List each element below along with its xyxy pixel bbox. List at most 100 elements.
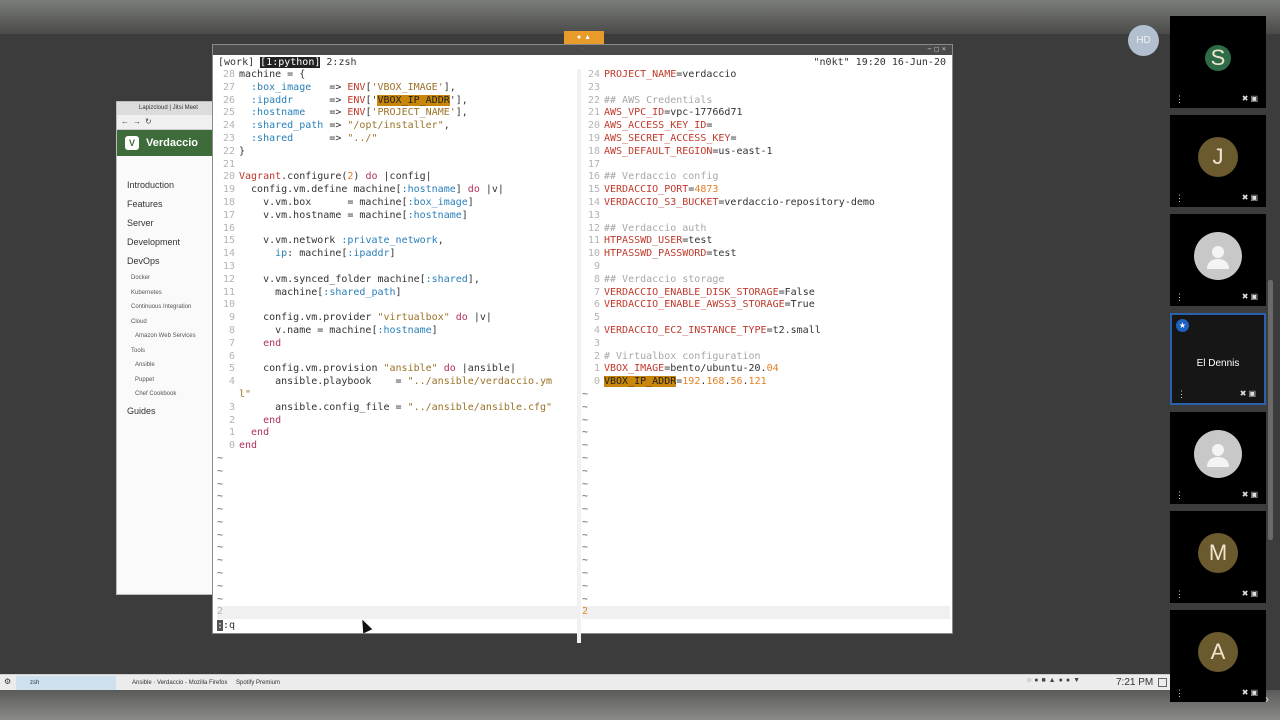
code-token: config.vm.define machine[ (239, 184, 402, 196)
system-tray[interactable]: ○●■▲●●▼ (1027, 677, 1083, 684)
docs-nav-item[interactable]: Kubernetes (127, 290, 196, 305)
browser-toolbar[interactable]: ←→↻ (117, 115, 215, 130)
empty-buffer-line: ~ (582, 516, 589, 528)
docs-nav-item[interactable]: Cloud (127, 319, 196, 334)
statusline-number: 2 (582, 606, 589, 618)
code-token: : machine[ (287, 248, 348, 260)
code-line: 24 :shared_path => "/opt/installer", (217, 120, 577, 133)
chevron-right-icon[interactable]: › (1265, 692, 1269, 706)
code-token: |v| (479, 184, 504, 196)
line-number: 10 (222, 299, 235, 311)
line-number: 3 (228, 401, 235, 413)
code-token: => (293, 132, 348, 144)
firefox-indicator[interactable]: ● ▲ (564, 31, 604, 44)
code-token: AWS_SECRET_ACCESS_KEY (604, 132, 731, 144)
docs-nav-item[interactable]: Chef Cookbook (127, 391, 196, 406)
tmux-window-zsh[interactable]: 2:zsh (326, 57, 356, 68)
docs-nav-item[interactable]: Puppet (127, 377, 196, 392)
code-token: ## Verdaccio auth (604, 222, 707, 234)
code-token: VBOX_IP_ADDR (604, 376, 677, 388)
code-line: 8 ## Verdaccio storage (582, 274, 950, 287)
code-token: |v| (467, 312, 492, 324)
empty-buffer-line: ~ (582, 427, 589, 439)
docs-nav-item[interactable]: Tools (127, 348, 196, 363)
participant-tile[interactable]: ★ El Dennis ⋮ ✖▣ (1170, 313, 1266, 405)
docs-nav-item[interactable]: Features (127, 199, 196, 218)
more-options-icon[interactable]: ⋮ (1175, 689, 1184, 698)
more-options-icon[interactable]: ⋮ (1175, 194, 1184, 203)
participant-tile[interactable]: J ⋮ ✖▣ (1170, 115, 1266, 207)
docs-nav-item[interactable]: Docker (127, 275, 196, 290)
code-token: =bento/ubuntu-20. (664, 363, 767, 375)
code-token: VBOX_IMAGE (604, 363, 665, 375)
code-line: 26 :ipaddr => ENV['VBOX_IP_ADDR'], (217, 94, 577, 108)
docs-nav-item[interactable]: Introduction (127, 180, 196, 199)
code-token: 'PROJECT_NAME' (371, 107, 456, 119)
app-menu-icon[interactable]: ⚙ (4, 677, 11, 686)
firefox-icon: ● (576, 34, 582, 41)
code-line: 19 AWS_SECRET_ACCESS_KEY= (582, 133, 950, 146)
window-controls[interactable]: −□× (927, 45, 949, 53)
more-options-icon[interactable]: ⋮ (1175, 293, 1184, 302)
code-line: 17 v.vm.hostname = machine[:hostname] (217, 210, 577, 223)
participant-tile[interactable]: S ⋮ ✖▣ (1170, 16, 1266, 108)
browser-tab[interactable]: Lapizcloud | Jitsi Meet (117, 102, 215, 115)
participant-tile[interactable]: M ⋮ ✖▣ (1170, 511, 1266, 603)
terminal-window[interactable]: · −□× [work] [1:python] 2:zsh "n0kt" 19:2… (212, 44, 953, 643)
more-options-icon[interactable]: ⋮ (1175, 590, 1184, 599)
participant-tile[interactable]: ⋮ ✖▣ (1170, 214, 1266, 306)
docs-nav-item[interactable]: Server (127, 218, 196, 237)
empty-buffer-line: ~ (582, 593, 589, 605)
moderator-icon: ★ (1176, 319, 1189, 332)
taskbar-task[interactable]: Spotify Premium (222, 676, 326, 690)
vim-command-line[interactable]: ::q (217, 620, 235, 631)
code-token: do (365, 171, 378, 183)
participant-name: El Dennis (1196, 358, 1240, 369)
docs-nav-item[interactable]: Guides (127, 406, 196, 425)
code-token: VERDACCIO_ENABLE_AWSS3_STORAGE (604, 299, 785, 311)
docs-nav-item[interactable]: Amazon Web Services (127, 333, 196, 348)
docs-nav-item[interactable]: Ansible (127, 362, 196, 377)
code-token: ENV (347, 107, 366, 119)
vim-pane-env[interactable]: 24 PROJECT_NAME=verdaccio 23 22 ## AWS Crede… (582, 69, 950, 651)
docs-nav-item[interactable]: Continuous Integration (127, 304, 196, 319)
code-token: ] (389, 248, 396, 260)
participant-avatar: A (1198, 632, 1238, 673)
empty-buffer-line: ~ (582, 388, 589, 400)
tmux-window-active[interactable]: [1:python] (260, 57, 321, 68)
terminal-titlebar[interactable]: · −□× (213, 45, 952, 55)
taskbar-task[interactable]: Ansible · Verdaccio - Mozilla Firefox (118, 676, 227, 690)
participant-avatar: S (1205, 45, 1231, 72)
vim-pane-vagrantfile[interactable]: 28 machine = {27 :box_image => ENV['VBOX_… (217, 69, 577, 651)
code-token: # Virtualbox configuration (604, 350, 761, 362)
docs-nav-item[interactable]: Development (127, 237, 196, 256)
participants-scrollbar[interactable] (1268, 280, 1273, 540)
more-options-icon[interactable]: ⋮ (1175, 95, 1184, 104)
more-options-icon[interactable]: ⋮ (1177, 390, 1186, 399)
show-desktop-icon[interactable] (1158, 678, 1167, 687)
line-number: 24 (222, 120, 235, 132)
code-token: => (305, 107, 348, 119)
code-token: do (467, 184, 480, 196)
empty-buffer-line: ~ (217, 516, 224, 528)
site-header: V Verdaccio (117, 130, 215, 156)
pane-divider[interactable] (577, 69, 581, 643)
docs-nav-item[interactable]: DevOps (127, 256, 196, 275)
code-line: 7 end (217, 338, 577, 351)
code-line: 23 :shared => "../" (217, 133, 577, 146)
more-options-icon[interactable]: ⋮ (1175, 491, 1184, 500)
participant-avatar: M (1198, 533, 1238, 574)
browser-window[interactable]: Lapizcloud | Jitsi Meet ←→↻ V Verdaccio … (116, 101, 216, 595)
code-line: 10 (217, 299, 577, 312)
participant-tile[interactable]: ⋮ ✖▣ (1170, 412, 1266, 504)
participant-tile[interactable]: A ⋮ ✖▣ (1170, 610, 1266, 702)
line-number: 16 (222, 222, 235, 234)
presenter-avatar[interactable]: HD (1128, 25, 1159, 56)
code-token: HTPASSWD_PASSWORD (604, 248, 707, 260)
code-line: 9 config.vm.provider "virtualbox" do |v| (217, 312, 577, 325)
code-line: 18 v.vm.box = machine[:box_image] (217, 197, 577, 210)
mic-muted-icon: ✖▣ (1241, 490, 1260, 499)
taskbar-clock[interactable]: 7:21 PM (1116, 677, 1153, 688)
code-token: ENV (347, 94, 366, 106)
taskbar-task[interactable]: zsh (16, 676, 116, 690)
